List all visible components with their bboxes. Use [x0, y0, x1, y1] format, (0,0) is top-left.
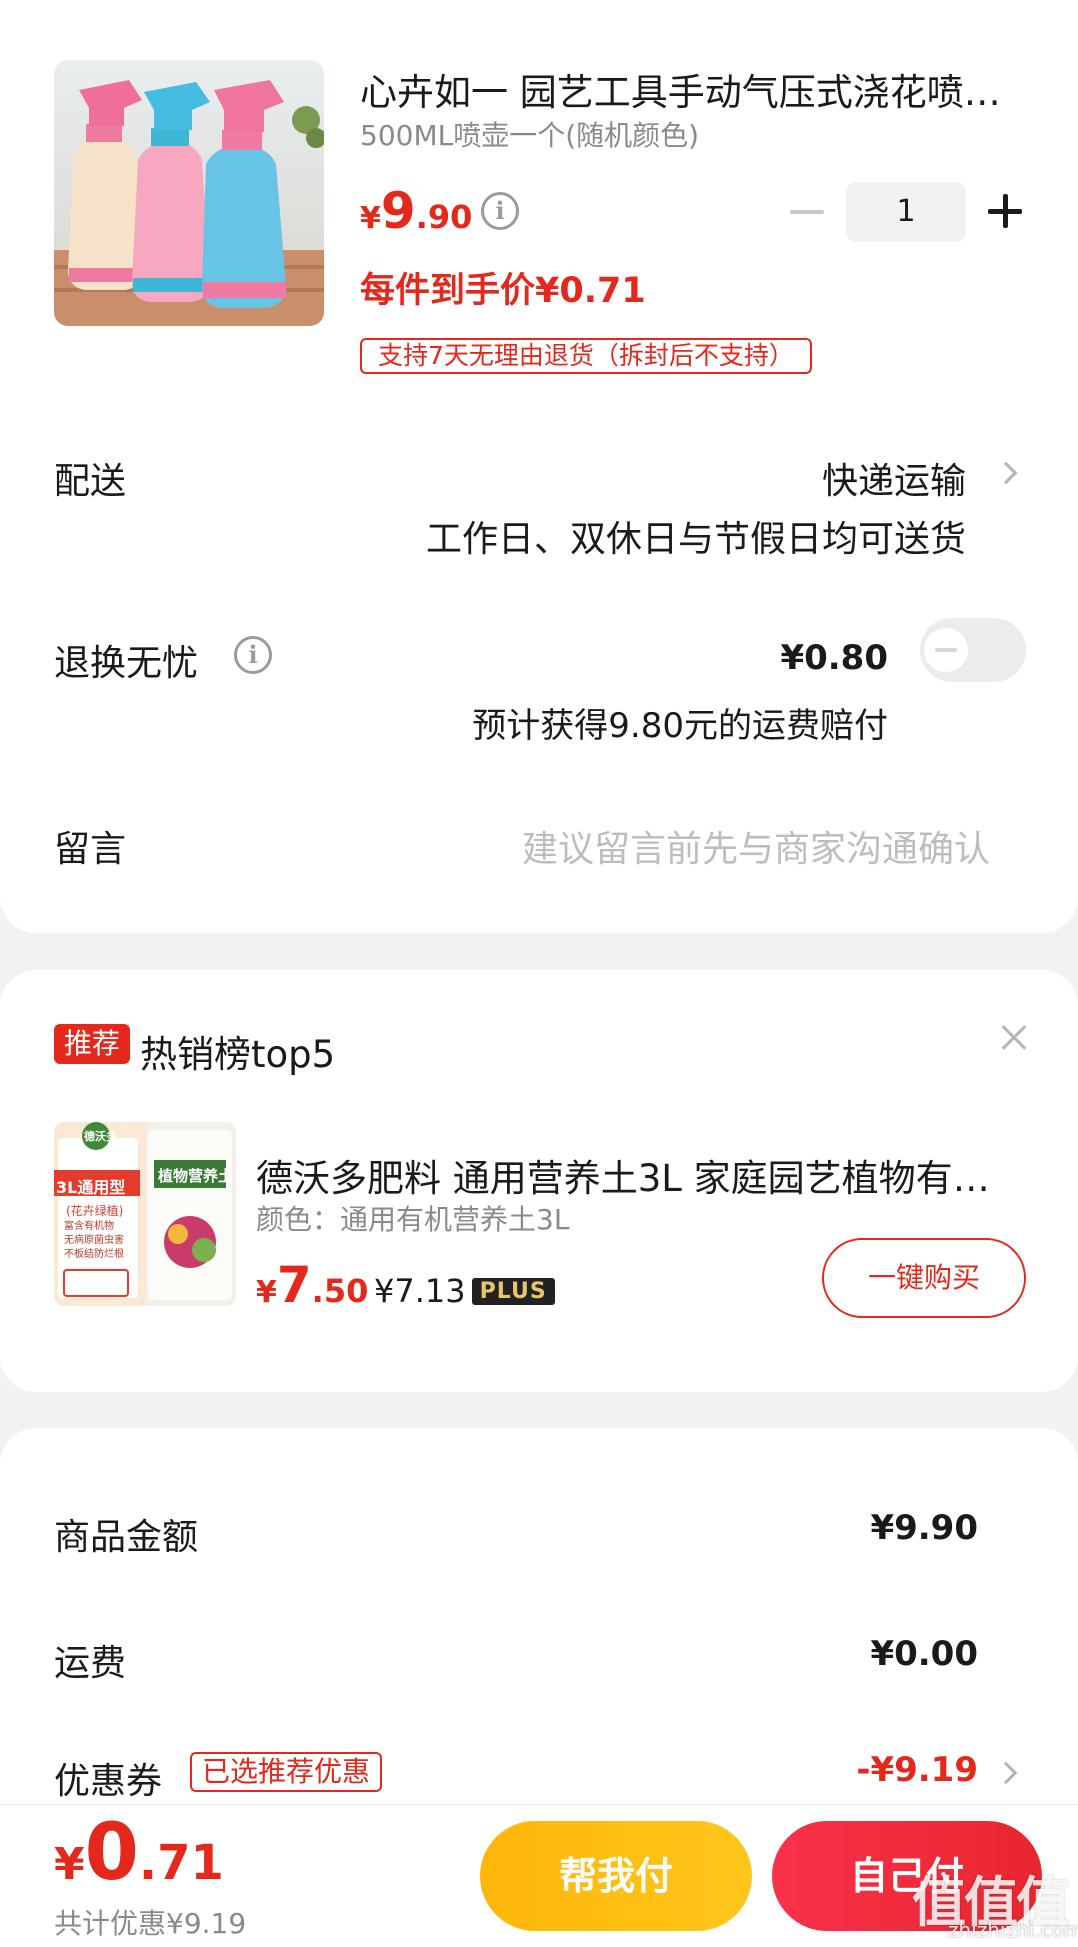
product-spec[interactable]: 500ML喷壶一个(随机颜色) [360, 114, 699, 154]
product-price: ¥9.90 [360, 182, 472, 240]
delivery-note: 工作日、双休日与节假日均可送货 [425, 519, 966, 560]
return-insurance-note: 预计获得9.80元的运费赔付 [472, 706, 888, 746]
info-icon[interactable]: i [481, 192, 519, 230]
recommend-badge: 推荐 [54, 1024, 131, 1064]
image-brand: 德沃多 [84, 1130, 117, 1143]
return-insurance-label: 退换无忧 [54, 643, 199, 684]
price-dec: .90 [415, 198, 473, 236]
quantity-input[interactable]: 1 [846, 182, 966, 242]
return-policy-tag: 支持7天无理由退货（拆封后不支持） [360, 338, 812, 374]
plus-badge: PLUS [471, 1277, 555, 1305]
goods-amount-label: 商品金额 [54, 1517, 199, 1558]
coupon-label: 优惠券 [54, 1761, 163, 1802]
image-tag2: (花卉绿植) [66, 1204, 124, 1218]
recommend-product-title[interactable]: 德沃多肥料 通用营养土3L 家庭园艺植物有机营养土 [256, 1148, 1026, 1202]
message-label: 留言 [54, 829, 127, 870]
shipping-fee-label: 运费 [54, 1643, 127, 1684]
product-title[interactable]: 心卉如一 园艺工具手动气压式浇花喷壶园艺喷雾器 [360, 62, 1010, 116]
recommend-price: ¥7.50 [256, 1256, 369, 1314]
return-insurance-price: ¥0.80 [780, 638, 888, 678]
unit-price: 每件到手价¥0.71 [360, 271, 646, 311]
plus-price-group: ¥7.13 PLUS [374, 1272, 555, 1310]
total-discount: 共计优惠¥9.19 [54, 1907, 247, 1940]
image-features: 富含有机物 无病原菌虫害 不板结防烂根 [64, 1221, 124, 1260]
quantity-decrease-button[interactable] [790, 210, 824, 214]
price-symbol: ¥ [360, 201, 381, 236]
plus-price: ¥7.13 [374, 1272, 466, 1310]
close-icon[interactable] [998, 1022, 1030, 1054]
coupon-value[interactable]: -¥9.19 [856, 1750, 978, 1790]
price-int: 9 [380, 182, 416, 240]
delivery-label: 配送 [54, 461, 127, 502]
watermark-sub: zhizhizhi.com [948, 1918, 1078, 1942]
quantity-increase-button[interactable] [988, 194, 1022, 228]
delivery-method[interactable]: 快递运输 [822, 452, 966, 504]
coupon-tag[interactable]: 已选推荐优惠 [190, 1752, 383, 1792]
image-tag1: 3L通用型 [56, 1178, 126, 1197]
image-name: 植物营养土 [158, 1167, 234, 1185]
total-price: ¥0.71 [54, 1808, 224, 1898]
help-pay-button[interactable]: 帮我付 [480, 1821, 752, 1931]
recommend-title: 热销榜top5 [140, 1033, 336, 1076]
info-icon[interactable]: i [234, 636, 272, 674]
goods-amount-value: ¥9.90 [870, 1508, 978, 1548]
recommend-product-image[interactable]: 德沃多 3L通用型 (花卉绿植) 植物营养土 富含有机物 无病原菌虫害 不板结防… [54, 1122, 236, 1306]
recommend-product-spec[interactable]: 颜色：通用有机营养土3L [256, 1198, 569, 1238]
toggle-knob [924, 628, 968, 672]
message-input[interactable]: 建议留言前先与商家沟通确认 [522, 820, 990, 872]
one-click-buy-button[interactable]: 一键购买 [822, 1238, 1026, 1318]
shipping-fee-value: ¥0.00 [870, 1634, 978, 1674]
product-image[interactable] [54, 60, 324, 326]
